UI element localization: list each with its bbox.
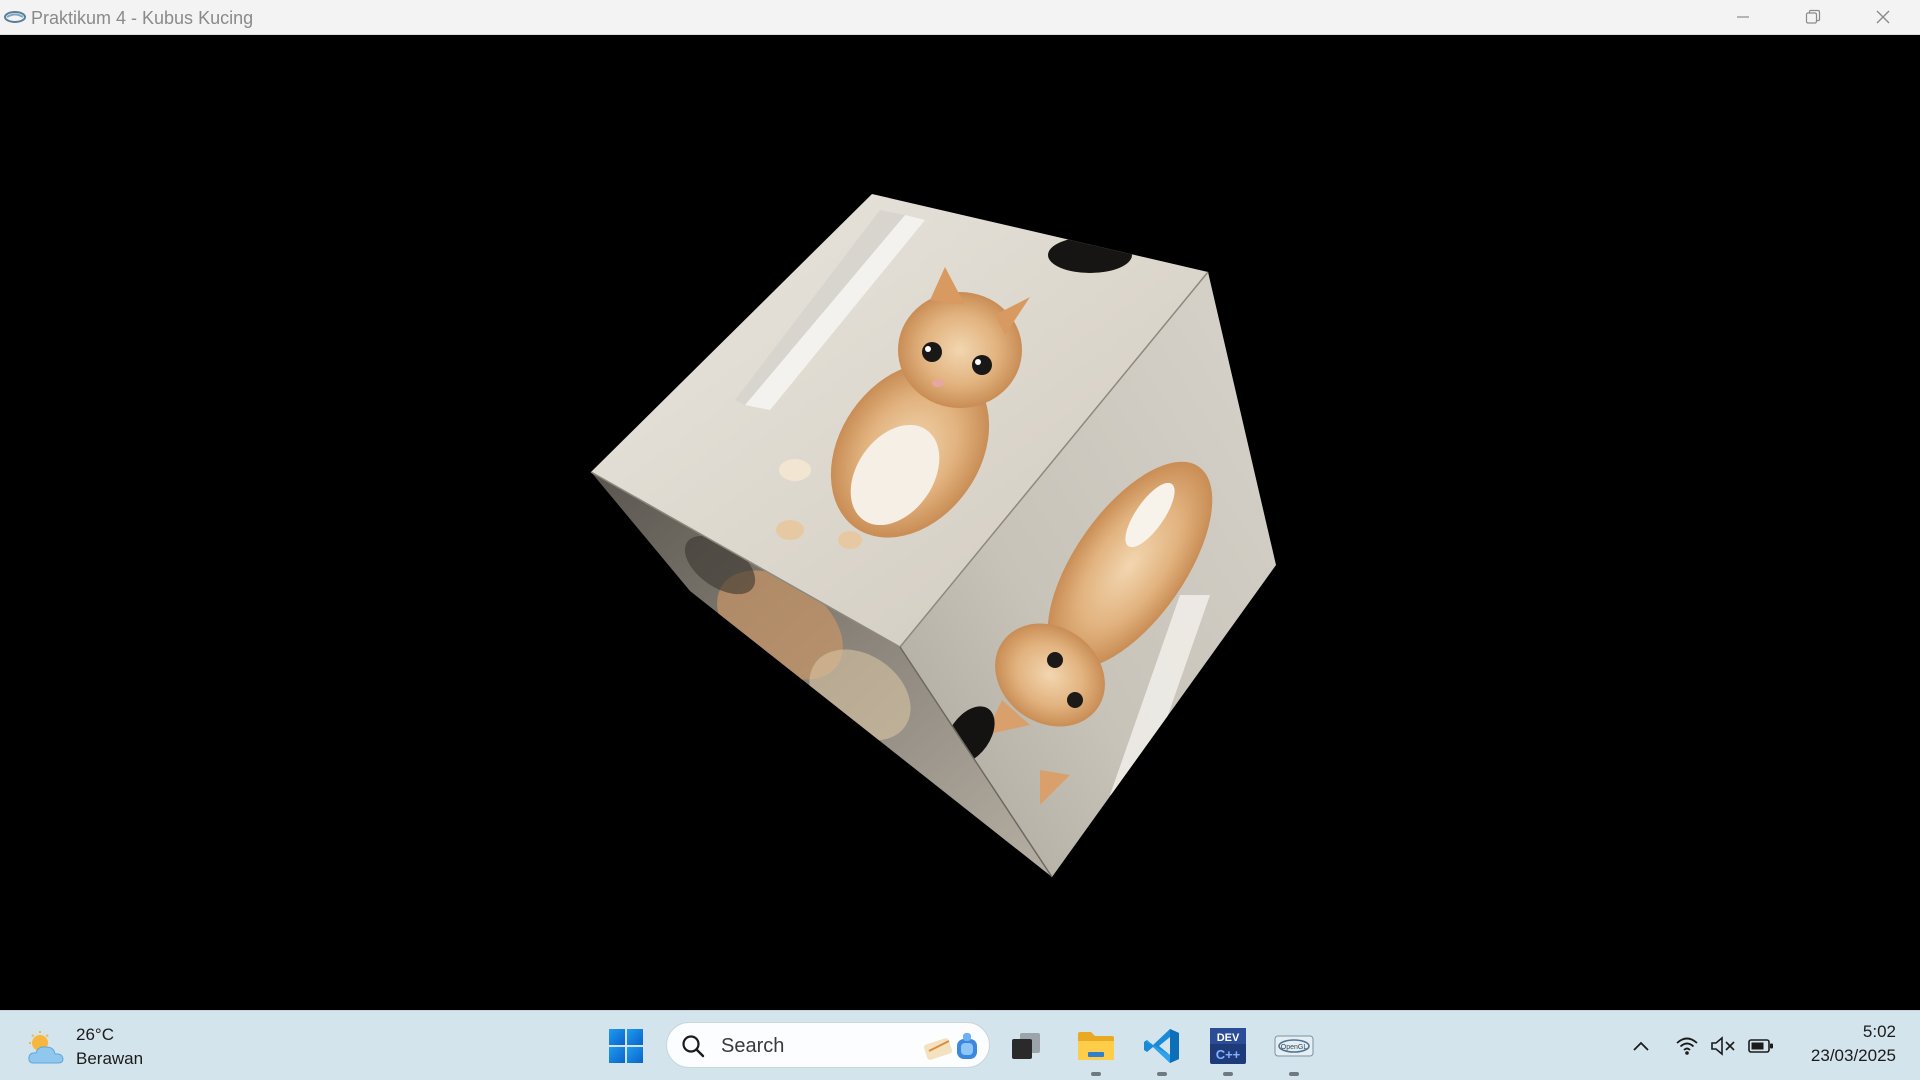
window-title: Praktikum 4 - Kubus Kucing (31, 8, 254, 28)
taskbar-vscode[interactable] (1140, 1024, 1184, 1076)
volume-button[interactable] (1708, 1031, 1738, 1061)
opengl-viewport[interactable] (0, 35, 1920, 1010)
app-icon (4, 11, 26, 23)
opengl-icon: OpenGL (1274, 1035, 1314, 1057)
battery-icon (1748, 1039, 1773, 1053)
taskbar-dev-cpp[interactable]: DEV C++ (1206, 1024, 1250, 1076)
svg-text:DEV: DEV (1217, 1032, 1240, 1044)
weather-temperature: 26°C (76, 1025, 114, 1044)
taskbar-opengl-app[interactable]: OpenGL (1272, 1024, 1316, 1076)
speaker-muted-icon (1711, 1036, 1735, 1056)
dev-cpp-icon: DEV C++ (1210, 1028, 1246, 1064)
running-indicator (1289, 1072, 1299, 1076)
taskbar: 26°C Berawan Search DEV C++ OpenGL 5:02 … (0, 1010, 1920, 1080)
restore-button[interactable] (1778, 0, 1848, 34)
minimize-button[interactable] (1708, 0, 1778, 34)
show-hidden-icons-button[interactable] (1626, 1031, 1656, 1061)
clock-time: 5:02 (1862, 1022, 1896, 1041)
running-indicator (1091, 1072, 1101, 1076)
taskbar-file-explorer[interactable] (1074, 1024, 1118, 1076)
restore-icon (1805, 9, 1821, 24)
close-button[interactable] (1848, 0, 1918, 34)
battery-button[interactable] (1746, 1031, 1776, 1061)
taskbar-search-box[interactable]: Search (666, 1022, 990, 1068)
running-indicator (1223, 1072, 1233, 1076)
task-view-icon (1012, 1033, 1040, 1059)
svg-text:C++: C++ (1216, 1047, 1241, 1062)
wifi-icon (1676, 1037, 1698, 1055)
start-button[interactable] (604, 1024, 648, 1068)
partly-cloudy-icon (28, 1031, 64, 1064)
window-title-bar[interactable]: Praktikum 4 - Kubus Kucing (0, 0, 1920, 35)
search-highlight-icon (923, 1033, 977, 1060)
weather-widget[interactable]: 26°C Berawan (24, 1025, 224, 1071)
folder-icon (1078, 1032, 1114, 1060)
network-button[interactable] (1672, 1031, 1702, 1061)
windows-logo-icon (609, 1029, 643, 1063)
vscode-icon (1144, 1029, 1179, 1063)
running-indicator (1157, 1072, 1167, 1076)
close-icon (1876, 10, 1890, 24)
minimize-icon (1737, 16, 1749, 18)
chevron-up-icon (1633, 1041, 1649, 1051)
svg-text:OpenGL: OpenGL (1281, 1044, 1308, 1051)
search-icon (682, 1035, 705, 1058)
clock-date: 23/03/2025 (1810, 1046, 1896, 1065)
task-view-button[interactable] (1004, 1024, 1048, 1068)
textured-cube (590, 194, 1276, 878)
search-placeholder: Search (721, 1035, 785, 1057)
weather-condition: Berawan (76, 1049, 144, 1068)
